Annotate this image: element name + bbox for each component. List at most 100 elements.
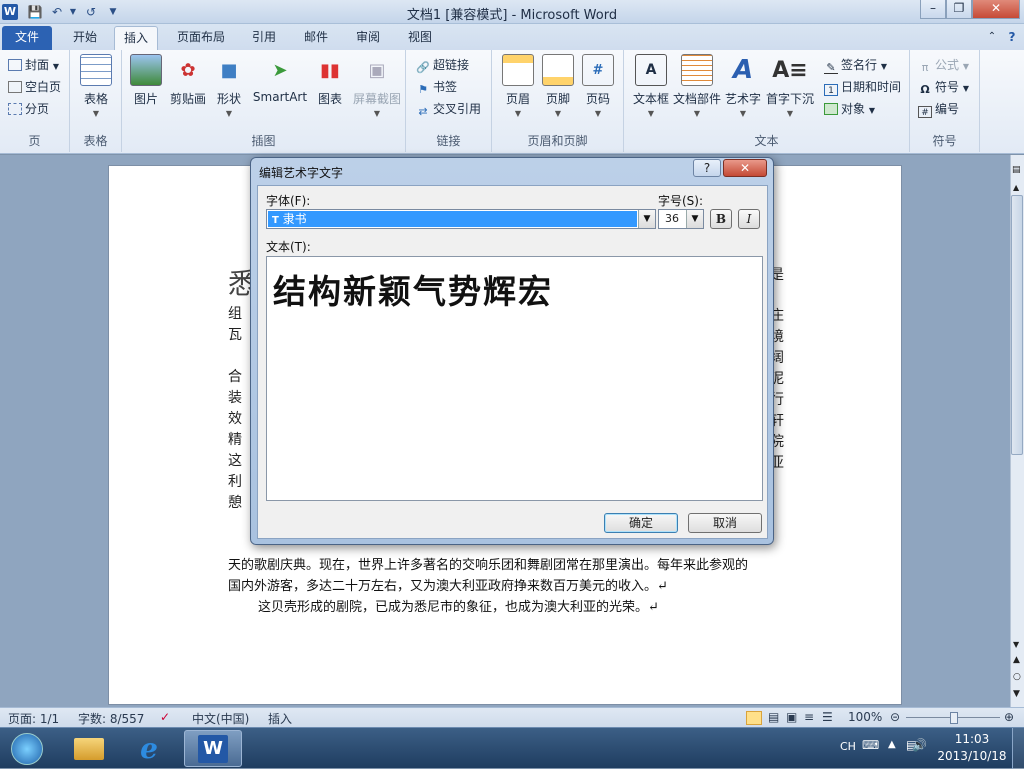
previous-page-icon[interactable]: ▲: [1013, 655, 1020, 665]
cross-reference-button[interactable]: ⇄ 交叉引用: [416, 100, 481, 118]
body-text-line: 这贝壳形成的剧院，已成为悉尼市的象征，也成为澳大利亚的光荣。↵: [258, 600, 659, 615]
quick-parts-button[interactable]: 文档部件 ▼: [672, 54, 722, 118]
clock-time[interactable]: 11:03: [940, 732, 1004, 746]
restore-button[interactable]: ❐: [946, 0, 972, 19]
picture-button[interactable]: 图片: [128, 54, 164, 107]
bold-button[interactable]: B: [710, 209, 732, 229]
full-screen-reading-icon[interactable]: ▤: [768, 710, 779, 724]
dialog-close-button[interactable]: ✕: [723, 159, 767, 177]
ribbon-tabs: 文件 开始 插入 页面布局 引用 邮件 审阅 视图 ⌃ ?: [0, 24, 1024, 50]
zoom-slider-thumb[interactable]: [950, 712, 958, 724]
zoom-in-icon[interactable]: ⊕: [1004, 710, 1014, 724]
chevron-down-icon[interactable]: ▼: [638, 210, 655, 228]
footer-button[interactable]: 页脚 ▼: [538, 54, 578, 118]
wordart-button[interactable]: A 艺术字 ▼: [722, 54, 764, 118]
hyperlink-button[interactable]: 🔗 超链接: [416, 56, 469, 74]
taskbar-ie[interactable]: e: [122, 730, 176, 767]
minimize-ribbon-icon[interactable]: ⌃: [984, 26, 1000, 50]
tab-page-layout[interactable]: 页面布局: [168, 26, 234, 50]
scroll-down-icon[interactable]: ▼: [1013, 640, 1019, 649]
web-layout-icon[interactable]: ▣: [786, 710, 797, 724]
shapes-button[interactable]: ■ 形状 ▼: [212, 54, 246, 119]
word-icon: W: [198, 734, 228, 763]
scroll-up-icon[interactable]: ▲: [1013, 183, 1019, 192]
dialog-help-button[interactable]: ?: [693, 159, 721, 177]
group-illustrations: 图片 ✿ 剪贴画 ■ 形状 ▼ ➤ SmartArt ▮▮ 图表 ▣ 屏幕截图 ▼ 插图: [122, 50, 406, 152]
page-break-button[interactable]: 分页: [8, 100, 49, 117]
volume-icon[interactable]: 🔊: [912, 738, 927, 752]
left-char: 装: [228, 390, 242, 406]
cross-reference-icon: ⇄: [418, 105, 428, 118]
font-value: 隶书: [282, 212, 307, 226]
bookmark-button[interactable]: ⚑ 书签: [416, 78, 457, 96]
tab-review[interactable]: 审阅: [348, 26, 388, 50]
show-hidden-icons-icon[interactable]: ▲: [888, 739, 896, 750]
page-number-button[interactable]: # 页码 ▼: [578, 54, 618, 118]
bookmark-icon: ⚑: [418, 83, 428, 96]
size-label: 字号(S):: [658, 194, 704, 208]
object-icon: [824, 103, 838, 115]
tab-file[interactable]: 文件: [2, 26, 52, 50]
clock-date[interactable]: 2013/10/18: [936, 749, 1008, 763]
clipart-icon: ✿: [180, 59, 196, 81]
title-bar: W 💾 ↶ ▼ ↺ ▼ 文档1 [兼容模式] - Microsoft Word …: [0, 0, 1024, 24]
next-page-icon[interactable]: ▼: [1013, 689, 1020, 699]
ruler-toggle-icon[interactable]: ▤: [1012, 165, 1021, 175]
taskbar-explorer[interactable]: [62, 730, 116, 767]
minimize-button[interactable]: –: [920, 0, 946, 19]
font-select[interactable]: T 隶书 ▼: [266, 209, 656, 229]
insert-mode[interactable]: 插入: [268, 710, 292, 727]
taskbar-word[interactable]: W: [184, 730, 242, 767]
tab-home[interactable]: 开始: [62, 26, 108, 50]
windows-logo-icon: [11, 732, 43, 765]
cancel-button[interactable]: 取消: [688, 513, 762, 533]
tab-references[interactable]: 引用: [244, 26, 284, 50]
show-desktop-button[interactable]: [1012, 728, 1024, 769]
tab-insert[interactable]: 插入: [114, 26, 158, 50]
smartart-button[interactable]: ➤ SmartArt: [250, 54, 310, 105]
size-select[interactable]: 36 ▼: [658, 209, 704, 229]
page-number-icon: #: [582, 54, 614, 86]
print-layout-icon[interactable]: [746, 711, 762, 725]
page-count[interactable]: 页面: 1/1: [8, 710, 59, 727]
outline-icon[interactable]: ≡: [804, 710, 814, 724]
drop-cap-button[interactable]: A≡ 首字下沉 ▼: [764, 54, 816, 119]
equation-button[interactable]: π 公式 ▼: [918, 56, 969, 74]
cover-page-button[interactable]: 封面 ▼: [8, 56, 59, 73]
numbering-button[interactable]: # 编号: [918, 100, 959, 118]
browse-object-icon[interactable]: ○: [1013, 672, 1021, 682]
zoom-out-icon[interactable]: ⊝: [890, 710, 900, 724]
ok-button[interactable]: 确定: [604, 513, 678, 533]
date-time-button[interactable]: 1 日期和时间: [824, 78, 901, 96]
tab-view[interactable]: 视图: [400, 26, 440, 50]
folder-icon: [74, 737, 104, 760]
keyboard-icon[interactable]: ⌨: [862, 738, 879, 752]
table-button[interactable]: 表格 ▼: [76, 54, 116, 118]
clipart-button[interactable]: ✿ 剪贴画: [166, 54, 210, 107]
chart-button[interactable]: ▮▮ 图表: [312, 54, 348, 107]
start-button[interactable]: [2, 730, 52, 767]
wordart-text-input[interactable]: 结构新颖气势辉宏: [266, 256, 763, 501]
page-break-icon: [8, 103, 22, 115]
zoom-level[interactable]: 100%: [848, 710, 882, 724]
ime-indicator[interactable]: CH: [840, 740, 856, 753]
symbol-button[interactable]: Ω 符号 ▼: [918, 78, 969, 96]
close-button[interactable]: ✕: [972, 0, 1020, 19]
scrollbar-thumb[interactable]: [1011, 195, 1023, 455]
italic-button[interactable]: I: [738, 209, 760, 229]
chevron-down-icon[interactable]: ▼: [686, 210, 703, 228]
proofing-icon[interactable]: ✓: [160, 710, 170, 724]
word-count[interactable]: 字数: 8/557: [78, 710, 144, 727]
object-button[interactable]: 对象 ▼: [824, 100, 875, 117]
group-label-illustrations: 插图: [251, 134, 276, 148]
header-button[interactable]: 页眉 ▼: [498, 54, 538, 118]
language-indicator[interactable]: 中文(中国): [192, 710, 249, 727]
signature-line-button[interactable]: ✎ 签名行 ▼: [824, 56, 887, 74]
textbox-button[interactable]: A 文本框 ▼: [630, 54, 672, 118]
blank-page-button[interactable]: 空白页: [8, 78, 61, 95]
screenshot-button[interactable]: ▣ 屏幕截图 ▼: [350, 54, 404, 119]
tab-mailings[interactable]: 邮件: [296, 26, 336, 50]
help-icon[interactable]: ?: [1004, 26, 1020, 50]
text-label: 文本(T):: [266, 240, 311, 254]
draft-icon[interactable]: ☰: [822, 710, 833, 724]
